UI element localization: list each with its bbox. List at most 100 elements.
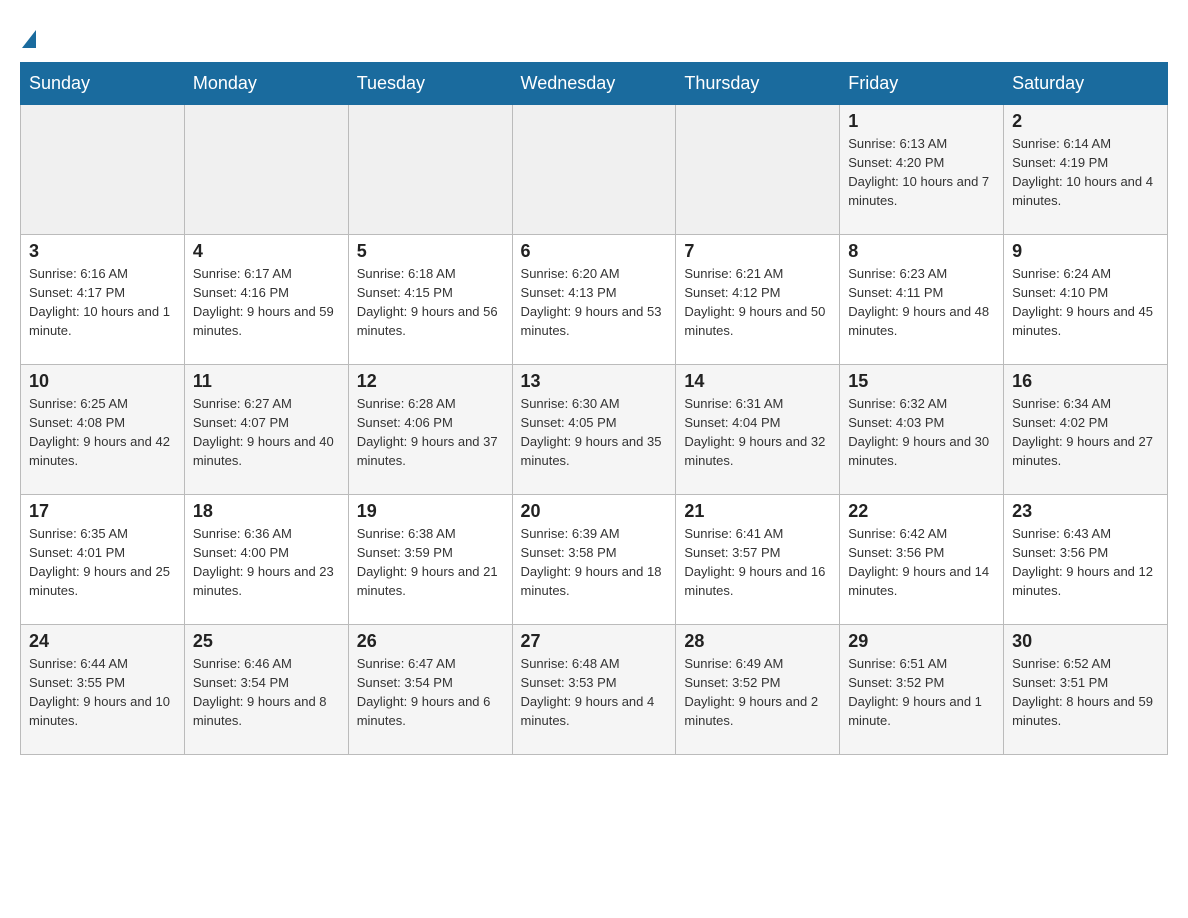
day-number: 7 [684, 241, 831, 262]
day-number: 25 [193, 631, 340, 652]
calendar-cell: 6 Sunrise: 6:20 AM Sunset: 4:13 PM Daylig… [512, 235, 676, 365]
day-info: Sunrise: 6:24 AM Sunset: 4:10 PM Dayligh… [1012, 265, 1159, 340]
calendar-cell: 4 Sunrise: 6:17 AM Sunset: 4:16 PM Daylig… [184, 235, 348, 365]
calendar-cell: 10 Sunrise: 6:25 AM Sunset: 4:08 PM Dayli… [21, 365, 185, 495]
calendar-week-row: 10 Sunrise: 6:25 AM Sunset: 4:08 PM Dayli… [21, 365, 1168, 495]
day-number: 9 [1012, 241, 1159, 262]
day-number: 29 [848, 631, 995, 652]
day-info: Sunrise: 6:31 AM Sunset: 4:04 PM Dayligh… [684, 395, 831, 470]
day-number: 20 [521, 501, 668, 522]
day-info: Sunrise: 6:25 AM Sunset: 4:08 PM Dayligh… [29, 395, 176, 470]
calendar-week-row: 17 Sunrise: 6:35 AM Sunset: 4:01 PM Dayli… [21, 495, 1168, 625]
calendar-cell: 24 Sunrise: 6:44 AM Sunset: 3:55 PM Dayli… [21, 625, 185, 755]
day-number: 22 [848, 501, 995, 522]
day-number: 4 [193, 241, 340, 262]
calendar-cell: 19 Sunrise: 6:38 AM Sunset: 3:59 PM Dayli… [348, 495, 512, 625]
logo [20, 20, 38, 46]
logo-triangle-icon [22, 30, 36, 48]
day-number: 15 [848, 371, 995, 392]
calendar-cell: 7 Sunrise: 6:21 AM Sunset: 4:12 PM Daylig… [676, 235, 840, 365]
calendar-cell [348, 105, 512, 235]
day-number: 2 [1012, 111, 1159, 132]
calendar-cell: 2 Sunrise: 6:14 AM Sunset: 4:19 PM Daylig… [1004, 105, 1168, 235]
calendar-cell [184, 105, 348, 235]
day-number: 19 [357, 501, 504, 522]
calendar-cell: 21 Sunrise: 6:41 AM Sunset: 3:57 PM Dayli… [676, 495, 840, 625]
day-number: 24 [29, 631, 176, 652]
day-number: 1 [848, 111, 995, 132]
weekday-header-wednesday: Wednesday [512, 63, 676, 105]
day-info: Sunrise: 6:34 AM Sunset: 4:02 PM Dayligh… [1012, 395, 1159, 470]
day-info: Sunrise: 6:44 AM Sunset: 3:55 PM Dayligh… [29, 655, 176, 730]
day-info: Sunrise: 6:21 AM Sunset: 4:12 PM Dayligh… [684, 265, 831, 340]
calendar-table: SundayMondayTuesdayWednesdayThursdayFrid… [20, 62, 1168, 755]
day-number: 6 [521, 241, 668, 262]
day-info: Sunrise: 6:42 AM Sunset: 3:56 PM Dayligh… [848, 525, 995, 600]
calendar-cell: 14Sunrise: 6:31 AM Sunset: 4:04 PM Dayli… [676, 365, 840, 495]
page-header [20, 20, 1168, 46]
day-info: Sunrise: 6:16 AM Sunset: 4:17 PM Dayligh… [29, 265, 176, 340]
day-number: 11 [193, 371, 340, 392]
day-info: Sunrise: 6:20 AM Sunset: 4:13 PM Dayligh… [521, 265, 668, 340]
day-info: Sunrise: 6:23 AM Sunset: 4:11 PM Dayligh… [848, 265, 995, 340]
day-number: 16 [1012, 371, 1159, 392]
weekday-header-thursday: Thursday [676, 63, 840, 105]
day-info: Sunrise: 6:46 AM Sunset: 3:54 PM Dayligh… [193, 655, 340, 730]
weekday-header-friday: Friday [840, 63, 1004, 105]
day-info: Sunrise: 6:49 AM Sunset: 3:52 PM Dayligh… [684, 655, 831, 730]
weekday-header-sunday: Sunday [21, 63, 185, 105]
calendar-cell: 13Sunrise: 6:30 AM Sunset: 4:05 PM Dayli… [512, 365, 676, 495]
weekday-header-saturday: Saturday [1004, 63, 1168, 105]
day-info: Sunrise: 6:52 AM Sunset: 3:51 PM Dayligh… [1012, 655, 1159, 730]
calendar-cell: 26Sunrise: 6:47 AM Sunset: 3:54 PM Dayli… [348, 625, 512, 755]
day-number: 18 [193, 501, 340, 522]
day-number: 3 [29, 241, 176, 262]
day-number: 10 [29, 371, 176, 392]
weekday-header-monday: Monday [184, 63, 348, 105]
day-number: 28 [684, 631, 831, 652]
day-info: Sunrise: 6:51 AM Sunset: 3:52 PM Dayligh… [848, 655, 995, 730]
day-info: Sunrise: 6:47 AM Sunset: 3:54 PM Dayligh… [357, 655, 504, 730]
day-number: 21 [684, 501, 831, 522]
calendar-cell: 22 Sunrise: 6:42 AM Sunset: 3:56 PM Dayli… [840, 495, 1004, 625]
calendar-cell: 11 Sunrise: 6:27 AM Sunset: 4:07 PM Dayli… [184, 365, 348, 495]
day-number: 23 [1012, 501, 1159, 522]
calendar-week-row: 1 Sunrise: 6:13 AM Sunset: 4:20 PM Daylig… [21, 105, 1168, 235]
day-info: Sunrise: 6:48 AM Sunset: 3:53 PM Dayligh… [521, 655, 668, 730]
day-number: 30 [1012, 631, 1159, 652]
day-number: 27 [521, 631, 668, 652]
calendar-week-row: 3 Sunrise: 6:16 AM Sunset: 4:17 PM Daylig… [21, 235, 1168, 365]
day-number: 5 [357, 241, 504, 262]
calendar-cell: 15 Sunrise: 6:32 AM Sunset: 4:03 PM Dayli… [840, 365, 1004, 495]
day-info: Sunrise: 6:35 AM Sunset: 4:01 PM Dayligh… [29, 525, 176, 600]
calendar-cell: 1 Sunrise: 6:13 AM Sunset: 4:20 PM Daylig… [840, 105, 1004, 235]
calendar-cell [512, 105, 676, 235]
day-info: Sunrise: 6:27 AM Sunset: 4:07 PM Dayligh… [193, 395, 340, 470]
calendar-cell: 29 Sunrise: 6:51 AM Sunset: 3:52 PM Dayli… [840, 625, 1004, 755]
calendar-cell: 9 Sunrise: 6:24 AM Sunset: 4:10 PM Daylig… [1004, 235, 1168, 365]
calendar-week-row: 24 Sunrise: 6:44 AM Sunset: 3:55 PM Dayli… [21, 625, 1168, 755]
day-info: Sunrise: 6:43 AM Sunset: 3:56 PM Dayligh… [1012, 525, 1159, 600]
calendar-header-row: SundayMondayTuesdayWednesdayThursdayFrid… [21, 63, 1168, 105]
day-number: 17 [29, 501, 176, 522]
day-info: Sunrise: 6:32 AM Sunset: 4:03 PM Dayligh… [848, 395, 995, 470]
calendar-cell [676, 105, 840, 235]
day-info: Sunrise: 6:18 AM Sunset: 4:15 PM Dayligh… [357, 265, 504, 340]
day-info: Sunrise: 6:17 AM Sunset: 4:16 PM Dayligh… [193, 265, 340, 340]
day-info: Sunrise: 6:38 AM Sunset: 3:59 PM Dayligh… [357, 525, 504, 600]
day-info: Sunrise: 6:36 AM Sunset: 4:00 PM Dayligh… [193, 525, 340, 600]
calendar-cell: 23 Sunrise: 6:43 AM Sunset: 3:56 PM Dayli… [1004, 495, 1168, 625]
day-info: Sunrise: 6:41 AM Sunset: 3:57 PM Dayligh… [684, 525, 831, 600]
calendar-cell: 30 Sunrise: 6:52 AM Sunset: 3:51 PM Dayli… [1004, 625, 1168, 755]
day-number: 13 [521, 371, 668, 392]
calendar-cell: 25 Sunrise: 6:46 AM Sunset: 3:54 PM Dayli… [184, 625, 348, 755]
calendar-cell: 27 Sunrise: 6:48 AM Sunset: 3:53 PM Dayli… [512, 625, 676, 755]
calendar-cell: 28 Sunrise: 6:49 AM Sunset: 3:52 PM Dayli… [676, 625, 840, 755]
calendar-cell [21, 105, 185, 235]
day-info: Sunrise: 6:39 AM Sunset: 3:58 PM Dayligh… [521, 525, 668, 600]
day-number: 8 [848, 241, 995, 262]
day-info: Sunrise: 6:14 AM Sunset: 4:19 PM Dayligh… [1012, 135, 1159, 210]
calendar-cell: 12Sunrise: 6:28 AM Sunset: 4:06 PM Dayli… [348, 365, 512, 495]
calendar-cell: 8 Sunrise: 6:23 AM Sunset: 4:11 PM Daylig… [840, 235, 1004, 365]
day-info: Sunrise: 6:13 AM Sunset: 4:20 PM Dayligh… [848, 135, 995, 210]
